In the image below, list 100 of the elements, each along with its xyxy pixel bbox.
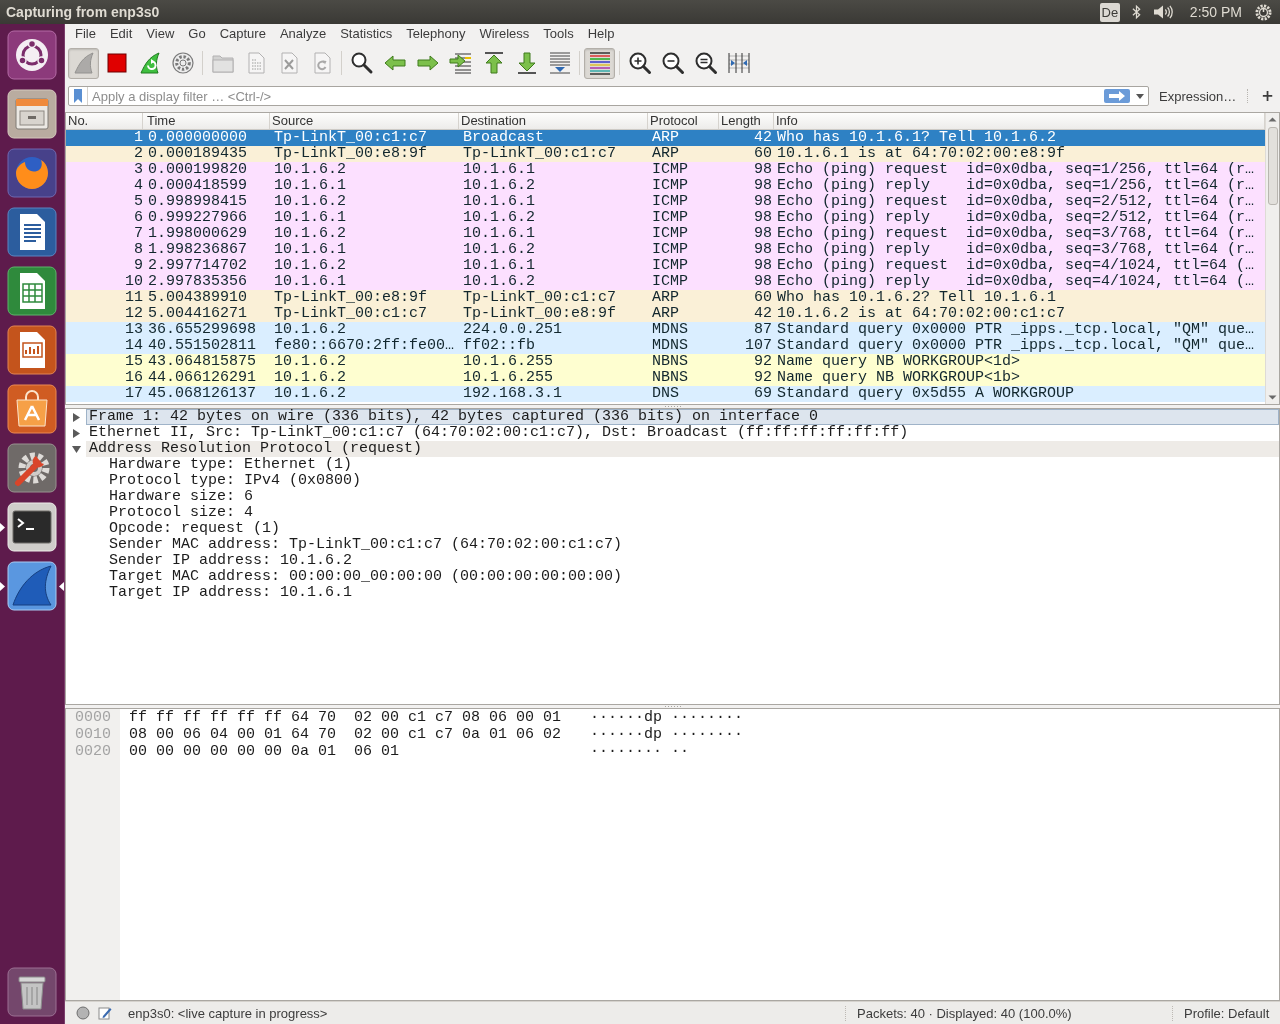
presentation-icon[interactable] <box>7 325 57 375</box>
table-cell-text: 1 <box>133 130 143 146</box>
clock-text[interactable]: 2:50 PM <box>1189 4 1242 20</box>
tree-item[interactable]: Ethernet II, Src: Tp-LinkT_00:c1:c7 (64:70:02:00:c1:c7), Dst: Broadcast (ff:ff:ff:ff:ff:ff) <box>86 425 912 441</box>
packet-row[interactable]: 3 0.000199820 10.1.6.2 10.1.6.1 ICMP 98 Echo (ping) request id=0x0dba, seq=1/256, ttl=64 (r… <box>66 162 1265 178</box>
wrench-gear-icon[interactable] <box>7 443 57 493</box>
circle-icon[interactable] <box>76 1006 90 1020</box>
byte-offset: 0000 <box>75 709 111 726</box>
bookmark-icon[interactable] <box>74 89 82 103</box>
table-cell-text: 9 <box>133 258 143 274</box>
splitter-grip-icon[interactable] <box>663 405 682 408</box>
column-header[interactable]: No. <box>66 113 143 129</box>
table-cell-text: ICMP <box>651 178 689 194</box>
packet-row[interactable]: 8 1.998236867 10.1.6.1 10.1.6.2 ICMP 98 Echo (ping) reply id=0x0dba, seq=3/768, ttl=64 (r… <box>66 242 1265 258</box>
caret-right-icon[interactable] <box>72 428 80 438</box>
tree-item[interactable]: Frame 1: 42 bytes on wire (336 bits), 42 bytes captured (336 bits) on interface 0 <box>86 409 1279 425</box>
menu-item[interactable]: View <box>139 25 182 43</box>
tree-item[interactable]: Sender IP address: 10.1.6.2 <box>106 553 356 569</box>
volume-icon[interactable] <box>1152 5 1173 19</box>
menu-item[interactable]: Telephony <box>399 25 473 43</box>
bluetooth-icon[interactable] <box>1131 4 1141 20</box>
tree-item[interactable]: Target MAC address: 00:00:00_00:00:00 (00:00:00:00:00:00) <box>106 569 626 585</box>
profile-text[interactable]: Profile: Default <box>1184 1005 1270 1021</box>
colorize-button[interactable] <box>584 47 615 79</box>
packet-row[interactable]: 17 45.068126137 10.1.6.2 192.168.3.1 DNS 69 Standard query 0x5d55 A WORKGROUP <box>66 386 1265 402</box>
keyboard-layout-indicator[interactable]: De <box>1099 2 1120 22</box>
packet-row[interactable]: 2 0.000189435 Tp-LinkT_00:e8:9f Tp-LinkT_00:c1:c7 ARP 60 10.1.6.1 is at 64:70:02:00:e8:9f <box>66 146 1265 162</box>
filter-input[interactable]: Apply a display filter … <Ctrl-/> <box>88 87 1104 105</box>
menu-item[interactable]: Tools <box>536 25 581 43</box>
tree-item[interactable]: Hardware type: Ethernet (1) <box>106 457 356 473</box>
packet-row[interactable]: 10 2.997835356 10.1.6.1 10.1.6.2 ICMP 98 Echo (ping) reply id=0x0dba, seq=4/1024, ttl=64 (… <box>66 274 1265 290</box>
table-cell-text: 2 <box>133 146 143 162</box>
pencil-note-icon[interactable] <box>98 1006 112 1020</box>
menu-item[interactable]: Capture <box>212 25 273 43</box>
caret-down-icon[interactable] <box>1136 93 1144 99</box>
packet-row[interactable]: 1 0.000000000 Tp-LinkT_00:c1:c7 Broadcast ARP 42 Who has 10.1.6.1? Tell 10.1.6.2 <box>66 130 1265 146</box>
power-gear-icon[interactable] <box>1255 3 1272 21</box>
table-cell-text: 92 <box>753 370 773 386</box>
tree-item[interactable]: Address Resolution Protocol (request) <box>86 441 1279 457</box>
packet-row[interactable]: 15 43.064815875 10.1.6.2 10.1.6.255 NBNS 92 Name query NB WORKGROUP<1d> <box>66 354 1265 370</box>
column-header[interactable]: Protocol <box>648 113 719 129</box>
packet-row[interactable]: 4 0.000418599 10.1.6.1 10.1.6.2 ICMP 98 Echo (ping) reply id=0x0dba, seq=1/256, ttl=64 (r… <box>66 178 1265 194</box>
striped-lines-icon <box>587 51 612 75</box>
table-cell-text: ARP <box>651 146 680 162</box>
table-cell-text: 12 <box>124 306 143 322</box>
scrollbar-thumb[interactable] <box>1267 127 1278 205</box>
menu-item[interactable]: File <box>68 25 103 43</box>
globe-icon[interactable] <box>7 148 57 198</box>
menu-item[interactable]: Edit <box>102 25 140 43</box>
menu-item[interactable]: Go <box>181 25 213 43</box>
menu-item[interactable]: Wireless <box>472 25 537 43</box>
table-cell-text: Echo (ping) reply id=0x0dba, seq=2/512, ttl=64 (r… <box>776 210 1256 226</box>
column-header[interactable]: Length <box>719 113 774 129</box>
table-cell-text: 2.997714702 <box>147 258 249 274</box>
table-cell-text: 10.1.6.1 <box>462 194 536 210</box>
drawer-icon[interactable] <box>7 89 57 139</box>
table-cell-text: 10.1.6.1 <box>462 226 536 242</box>
splitter-grip-icon[interactable] <box>663 705 682 708</box>
column-header[interactable]: Time <box>143 113 270 129</box>
add-filter-button[interactable]: + <box>1259 88 1276 104</box>
tree-item[interactable]: Hardware size: 6 <box>106 489 257 505</box>
terminal-icon[interactable] <box>7 502 57 552</box>
scrollbar[interactable] <box>1265 113 1279 404</box>
ring-dots-icon[interactable] <box>7 30 57 80</box>
tree-item[interactable]: Sender MAC address: Tp-LinkT_00:c1:c7 (64:70:02:00:c1:c7) <box>106 537 626 553</box>
packet-row[interactable]: 16 44.066126291 10.1.6.2 10.1.6.255 NBNS 92 Name query NB WORKGROUP<1b> <box>66 370 1265 386</box>
packet-row[interactable]: 6 0.999227966 10.1.6.1 10.1.6.2 ICMP 98 Echo (ping) reply id=0x0dba, seq=2/512, ttl=64 (r… <box>66 210 1265 226</box>
table-cell-text: 11 <box>124 290 143 306</box>
shopping-bag-icon[interactable] <box>7 384 57 434</box>
caret-right-icon[interactable] <box>72 412 80 422</box>
table-cell-text: 60 <box>753 146 773 162</box>
capture-status-text: enp3s0: <live capture in progress> <box>128 1005 328 1021</box>
table-cell-text: ARP <box>651 306 680 322</box>
display-filter-field[interactable]: Apply a display filter … <Ctrl-/> <box>68 86 1149 106</box>
packet-row[interactable]: 13 36.655299698 10.1.6.2 224.0.0.251 MDNS 87 Standard query 0x0000 PTR _ipps._tcp.local, "QM" que… <box>66 322 1265 338</box>
expression-button[interactable]: Expression… <box>1159 88 1237 104</box>
arrow-right-icon[interactable] <box>1104 89 1130 103</box>
menu-item[interactable]: Analyze <box>272 25 334 43</box>
menu-item[interactable]: Help <box>580 25 622 43</box>
spreadsheet-icon[interactable] <box>7 266 57 316</box>
table-cell-text: NBNS <box>651 354 689 370</box>
packet-row[interactable]: 5 0.998998415 10.1.6.2 10.1.6.1 ICMP 98 Echo (ping) request id=0x0dba, seq=2/512, ttl=64 (r… <box>66 194 1265 210</box>
fin-icon[interactable] <box>7 561 57 611</box>
document-icon[interactable] <box>7 207 57 257</box>
table-cell-text: Echo (ping) reply id=0x0dba, seq=3/768, ttl=64 (r… <box>776 242 1256 258</box>
packet-row[interactable]: 9 2.997714702 10.1.6.2 10.1.6.1 ICMP 98 Echo (ping) request id=0x0dba, seq=4/1024, ttl=64 (… <box>66 258 1265 274</box>
column-header[interactable]: Destination <box>459 113 648 129</box>
packet-row[interactable]: 14 40.551502811 fe80::6670:2ff:fe00… ff02::fb MDNS 107 Standard query 0x0000 PTR _ipps._tcp.local, "QM" que… <box>66 338 1265 354</box>
packet-row[interactable]: 7 1.998000629 10.1.6.2 10.1.6.1 ICMP 98 Echo (ping) request id=0x0dba, seq=3/768, ttl=64 (r… <box>66 226 1265 242</box>
column-header[interactable]: Source <box>270 113 459 129</box>
zoom-in-icon <box>627 51 652 75</box>
tree-item[interactable]: Opcode: request (1) <box>106 521 284 537</box>
packet-row[interactable]: 11 5.004389910 Tp-LinkT_00:e8:9f Tp-LinkT_00:c1:c7 ARP 60 Who has 10.1.6.2? Tell 10.1.6.1 <box>66 290 1265 306</box>
tree-item[interactable]: Target IP address: 10.1.6.1 <box>106 585 356 601</box>
tree-item[interactable]: Protocol size: 4 <box>106 505 257 521</box>
packet-row[interactable]: 12 5.004416271 Tp-LinkT_00:c1:c7 Tp-LinkT_00:e8:9f ARP 42 10.1.6.2 is at 64:70:02:00:c1:c7 <box>66 306 1265 322</box>
tree-item[interactable]: Protocol type: IPv4 (0x0800) <box>106 473 365 489</box>
menu-item[interactable]: Statistics <box>333 25 400 43</box>
caret-down-icon[interactable] <box>71 445 81 453</box>
trash-icon[interactable] <box>7 967 57 1017</box>
